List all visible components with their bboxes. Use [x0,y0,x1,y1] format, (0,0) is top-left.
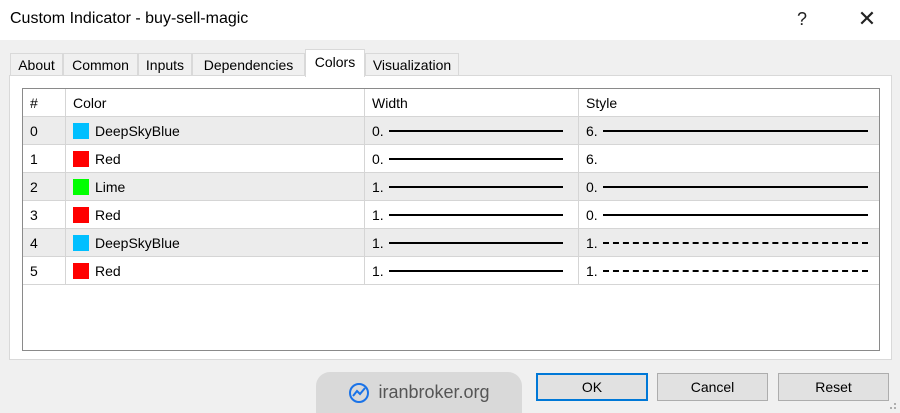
table-row[interactable]: 5 Red 1. 1. [23,257,879,285]
window-title: Custom Indicator - buy-sell-magic [10,10,249,27]
table-row[interactable]: 2 Lime 1. 0. [23,173,879,201]
tab-colors[interactable]: Colors [305,49,365,77]
width-sample-line [389,242,563,244]
color-swatch [73,122,89,139]
color-cell[interactable]: Red [66,257,365,285]
table-row[interactable]: 1 Red 0. 6. [23,145,879,173]
color-name: Red [95,207,121,223]
style-cell[interactable]: 0. [579,201,879,229]
style-cell[interactable]: 6. [579,117,879,145]
style-value: 6. [586,151,598,167]
width-value: 1. [372,207,384,223]
width-cell[interactable]: 1. [365,173,579,201]
width-sample-line [389,158,563,160]
color-name: Red [95,263,121,279]
row-index: 5 [23,257,66,285]
header-color: Color [66,89,365,117]
cancel-button[interactable]: Cancel [657,373,768,401]
colors-panel: # Color Width Style 0 DeepSkyBlue 0. 6. 1 Red… [9,75,892,360]
width-value: 0. [372,123,384,139]
header-width: Width [365,89,579,117]
row-index: 1 [23,145,66,173]
width-cell[interactable]: 0. [365,145,579,173]
tab-about[interactable]: About [10,53,63,75]
width-sample-line [389,214,563,216]
resize-grip-icon[interactable] [887,400,897,410]
color-cell[interactable]: Red [66,145,365,173]
reset-button[interactable]: Reset [778,373,889,401]
style-value: 1. [586,235,598,251]
color-swatch [73,150,89,167]
color-cell[interactable]: DeepSkyBlue [66,117,365,145]
color-name: DeepSkyBlue [95,235,180,251]
style-cell[interactable]: 1. [579,229,879,257]
close-icon[interactable]: ✕ [845,4,889,34]
color-swatch [73,262,89,279]
width-cell[interactable]: 1. [365,229,579,257]
style-cell[interactable]: 0. [579,173,879,201]
color-cell[interactable]: DeepSkyBlue [66,229,365,257]
width-cell[interactable]: 0. [365,117,579,145]
header-style: Style [579,89,879,117]
tab-dependencies[interactable]: Dependencies [192,53,305,75]
style-sample-line [603,214,868,216]
table-row[interactable]: 3 Red 1. 0. [23,201,879,229]
color-cell[interactable]: Lime [66,173,365,201]
style-cell[interactable]: 1. [579,257,879,285]
style-sample-line [603,242,868,244]
row-index: 4 [23,229,66,257]
style-value: 6. [586,123,598,139]
width-sample-line [389,130,563,132]
color-cell[interactable]: Red [66,201,365,229]
style-sample-line [603,270,868,272]
width-value: 1. [372,263,384,279]
chart-logo-icon [349,382,370,403]
colors-table: # Color Width Style 0 DeepSkyBlue 0. 6. 1 Red… [22,88,880,351]
color-swatch [73,178,89,195]
table-row[interactable]: 4 DeepSkyBlue 1. 1. [23,229,879,257]
color-name: Red [95,151,121,167]
help-button[interactable]: ? [780,4,824,34]
style-cell[interactable]: 6. [579,145,879,173]
tab-common[interactable]: Common [63,53,138,75]
header-index: # [23,89,66,117]
title-bar: Custom Indicator - buy-sell-magic ? ✕ [0,0,900,40]
width-sample-line [389,186,563,188]
tab-inputs[interactable]: Inputs [138,53,192,75]
color-name: Lime [95,179,126,195]
row-index: 3 [23,201,66,229]
width-value: 1. [372,235,384,251]
ok-button[interactable]: OK [536,373,648,401]
watermark: iranbroker.org [316,372,522,413]
width-cell[interactable]: 1. [365,257,579,285]
tab-visualization[interactable]: Visualization [365,53,459,75]
width-value: 1. [372,179,384,195]
width-cell[interactable]: 1. [365,201,579,229]
width-value: 0. [372,151,384,167]
style-value: 1. [586,263,598,279]
watermark-text: iranbroker.org [378,382,490,402]
table-row[interactable]: 0 DeepSkyBlue 0. 6. [23,117,879,145]
row-index: 2 [23,173,66,201]
style-sample-line [603,130,868,132]
color-swatch [73,234,89,251]
style-value: 0. [586,179,598,195]
style-value: 0. [586,207,598,223]
style-sample-line [603,186,868,188]
width-sample-line [389,270,563,272]
row-index: 0 [23,117,66,145]
table-header: # Color Width Style [23,89,879,117]
color-swatch [73,206,89,223]
color-name: DeepSkyBlue [95,123,180,139]
